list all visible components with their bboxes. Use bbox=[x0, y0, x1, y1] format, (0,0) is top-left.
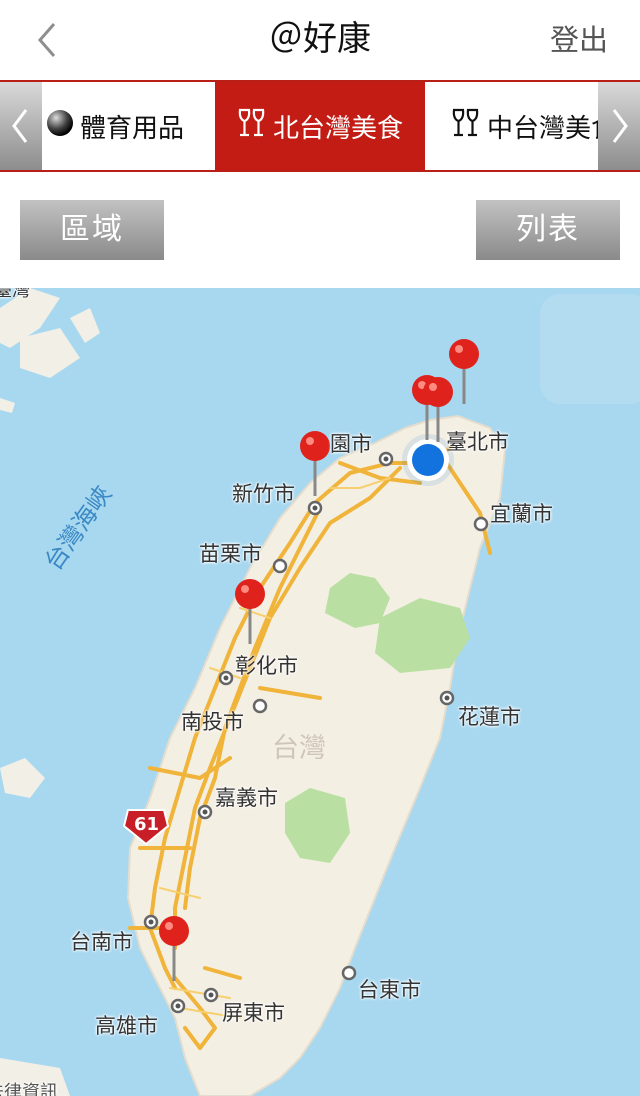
tabs-scroll-right-button[interactable] bbox=[598, 82, 640, 170]
map-label-city: 苗栗市 bbox=[199, 542, 262, 566]
map-label-city: 花蓮市 bbox=[458, 705, 521, 729]
legal-info-link[interactable]: 法律資訊 bbox=[0, 1080, 58, 1096]
logout-button[interactable]: 登出 bbox=[550, 20, 608, 60]
tab-central-taiwan-food[interactable]: 中台灣美食 bbox=[425, 82, 598, 170]
region-button[interactable]: 區域 bbox=[20, 200, 164, 260]
highway-shield-label: 61 bbox=[134, 814, 160, 835]
map-label-city: 新竹市 bbox=[232, 482, 295, 506]
chevron-right-icon bbox=[612, 109, 628, 143]
category-tab-bar: 體育用品 北台灣美食 中台灣美食 bbox=[0, 80, 640, 172]
page-title: ＠好康 bbox=[269, 19, 371, 59]
map-canvas bbox=[0, 288, 640, 1096]
list-view-button[interactable]: 列表 bbox=[476, 200, 620, 260]
map-label-city: 南投市 bbox=[181, 710, 244, 734]
map-pin[interactable] bbox=[298, 430, 332, 496]
tab-label: 中台灣美食 bbox=[487, 113, 598, 144]
map-label-city: 高雄市 bbox=[95, 1014, 158, 1038]
map-view[interactable]: 61 臺灣 台灣海峽 台灣 臺北市 園市 新竹市 宜蘭市 苗栗市 彰化市 南投市… bbox=[0, 288, 640, 1096]
map-label-island: 台灣 bbox=[272, 733, 326, 764]
wine-glasses-icon bbox=[237, 107, 267, 146]
map-label-city: 宜蘭市 bbox=[490, 502, 553, 526]
chevron-left-icon bbox=[12, 109, 28, 143]
map-label-city: 台東市 bbox=[358, 978, 421, 1002]
map-label-city: 屏東市 bbox=[222, 1001, 285, 1025]
tab-label: 體育用品 bbox=[80, 113, 185, 144]
map-pin[interactable] bbox=[233, 578, 267, 644]
map-label-city: 台南市 bbox=[70, 930, 133, 954]
tabs-scroll-left-button[interactable] bbox=[0, 82, 42, 170]
tab-sports-goods[interactable]: 體育用品 bbox=[42, 82, 219, 170]
map-label-city: 臺北市 bbox=[446, 430, 509, 454]
map-label-city: 園市 bbox=[330, 432, 372, 456]
map-label-city: 彰化市 bbox=[235, 654, 298, 678]
tab-north-taiwan-food[interactable]: 北台灣美食 bbox=[215, 82, 425, 170]
ball-icon bbox=[46, 109, 74, 144]
map-label-city: 嘉義市 bbox=[215, 786, 278, 810]
nav-bar: ＠好康 登出 bbox=[0, 0, 640, 80]
tab-label: 北台灣美食 bbox=[272, 113, 403, 144]
map-pin[interactable] bbox=[157, 915, 191, 981]
wine-glasses-icon bbox=[451, 107, 481, 146]
map-label-top-fragment: 臺灣 bbox=[0, 288, 30, 301]
